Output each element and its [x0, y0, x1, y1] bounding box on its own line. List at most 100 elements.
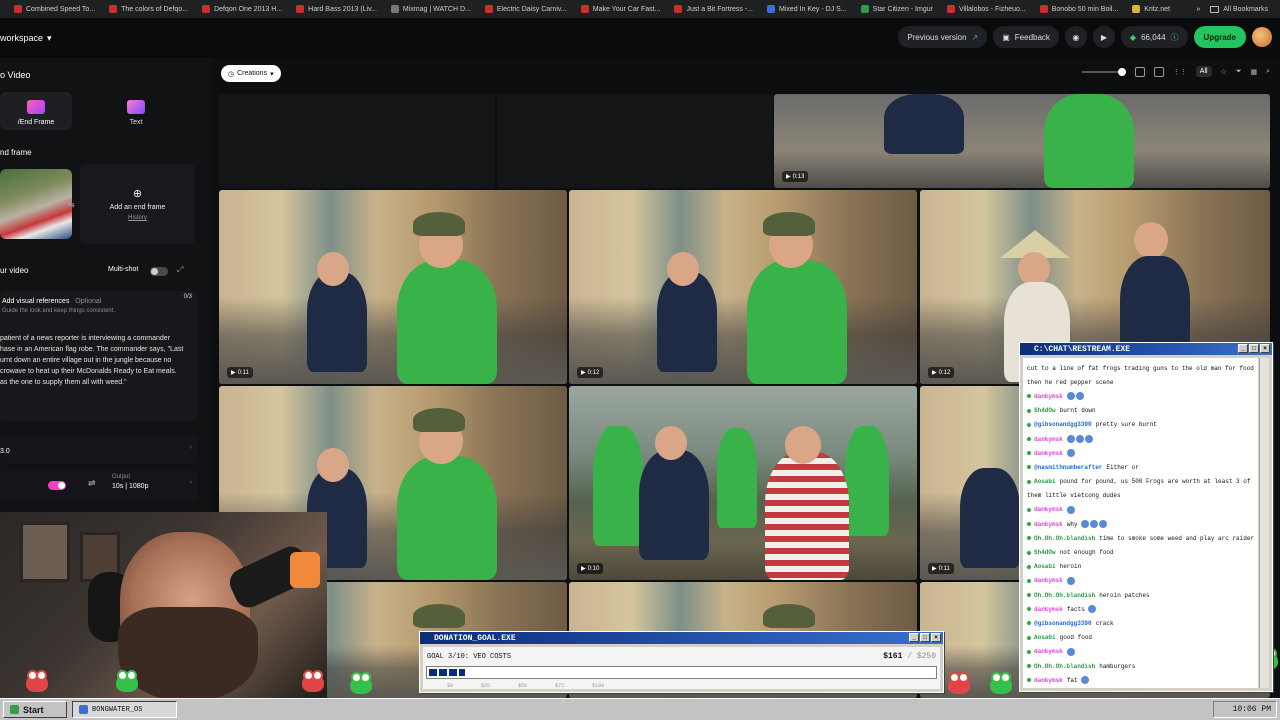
previous-version-button[interactable]: Previous version ↗ [898, 26, 988, 48]
bookmark-item[interactable]: Mixmag | WATCH D... [390, 5, 471, 13]
credits-badge[interactable]: ◆ 66,044 ⓘ [1120, 26, 1188, 48]
chat-username[interactable]: Sh4dOw [1034, 549, 1056, 556]
all-filter-button[interactable]: All [1195, 66, 1212, 77]
chat-username[interactable]: dankymsk [1034, 577, 1063, 584]
history-link[interactable]: History [128, 215, 147, 221]
chat-scrollbar[interactable] [1259, 358, 1269, 688]
bookmark-item[interactable]: Make Your Car Fast... [580, 5, 660, 13]
chat-username[interactable]: Oh.Oh.Oh.blandish [1034, 535, 1095, 542]
gem-icon: ◆ [1129, 32, 1137, 42]
chat-username[interactable]: Oh.Oh.Oh.blandish [1034, 663, 1095, 670]
star-icon[interactable]: ☆ [1221, 68, 1227, 76]
bookmark-item[interactable]: Just a Bit Fortress -... [674, 5, 753, 13]
expand-icon[interactable]: ⤢ [177, 265, 183, 275]
chat-username[interactable]: dankymsk [1034, 648, 1063, 655]
soldier-figure [747, 260, 847, 384]
chat-username[interactable]: dankymsk [1034, 450, 1063, 457]
bookmark-item[interactable]: Hard Bass 2013 (Liv... [296, 5, 377, 13]
bookmarks-overflow-icon[interactable]: » [1196, 6, 1200, 13]
zoom-slider[interactable] [1081, 67, 1126, 76]
all-bookmarks-button[interactable]: All Bookmarks [1210, 5, 1268, 13]
chat-username[interactable]: Aosabi [1034, 634, 1056, 641]
feedback-button[interactable]: ▣ Feedback [993, 26, 1059, 48]
reporter-head [317, 448, 349, 482]
wall-poster [20, 522, 70, 582]
zoom-slider-knob[interactable] [1117, 67, 1126, 76]
bookmark-item[interactable]: Kritz.net [1132, 5, 1170, 13]
output-value[interactable]: 10s | 1080p [112, 483, 148, 490]
chat-username[interactable]: dankymsk [1034, 436, 1063, 443]
workspace-switcher[interactable]: workspace ▾ [0, 33, 52, 44]
minimize-button[interactable]: _ [1238, 344, 1248, 353]
bookmark-item[interactable]: Mixed In Key - DJ S... [766, 5, 847, 13]
start-icon [10, 705, 19, 714]
chat-username[interactable]: dankymsk [1034, 521, 1063, 528]
bookmark-item[interactable]: The colors of Defqo... [109, 5, 188, 13]
chat-text: then he red pepper scene [1027, 378, 1114, 386]
taskbar-window-button[interactable]: BONGWATER_OS [72, 701, 177, 718]
chat-text: cut to a line of fat frogs trading guns … [1027, 364, 1254, 372]
visual-refs-label[interactable]: Add visual references Optional [2, 298, 101, 305]
bookmark-item[interactable]: Defqon One 2013 H... [202, 5, 282, 13]
chat-username[interactable]: dankymsk [1034, 393, 1063, 400]
bookmark-item[interactable]: Villalobos - Fizheuo... [946, 5, 1026, 13]
prompt-text[interactable]: patient of a news reporter is interviewi… [0, 333, 190, 388]
chat-username[interactable]: dankymsk [1034, 506, 1063, 513]
maximize-button[interactable]: □ [920, 633, 930, 642]
video-filter-icon[interactable] [1153, 66, 1164, 77]
close-button[interactable]: × [931, 633, 941, 642]
filter-icon[interactable]: ⏷ [1236, 68, 1242, 76]
video-tile[interactable]: ▶ 0:13 [774, 94, 1270, 188]
chat-title-bar[interactable]: C:\CHAT\RESTREAM.EXE _ □ × [1020, 343, 1272, 355]
chat-message: dankymsk why [1027, 517, 1254, 531]
chat-message: @nasmithnumberafter Either or [1027, 460, 1254, 474]
close-button[interactable]: × [1260, 344, 1270, 353]
youtube-button[interactable]: ▶ [1092, 26, 1115, 48]
discord-button[interactable]: ◉ [1064, 26, 1087, 48]
bookmark-item[interactable]: Bonobo 50 min Boil... [1039, 5, 1118, 13]
soldier-figure [717, 428, 757, 528]
chat-username[interactable]: @nasmithnumberafter [1034, 464, 1102, 471]
multi-shot-toggle[interactable] [150, 267, 168, 276]
bookmark-label: Hard Bass 2013 (Liv... [308, 5, 377, 13]
bookmark-item[interactable]: Electric Daisy Carniv... [484, 5, 567, 13]
model-selector[interactable]: 3.0 › [0, 436, 198, 464]
upgrade-button[interactable]: Upgrade [1193, 26, 1246, 48]
video-tile[interactable]: ▶ 0:12 [569, 190, 917, 384]
chat-username[interactable]: Sh4dOw [1034, 407, 1056, 414]
audio-toggle[interactable] [48, 481, 66, 490]
minimize-button[interactable]: _ [909, 633, 919, 642]
donation-title-bar[interactable]: DONATION_GOAL.EXE _ □ × [420, 632, 943, 644]
search-icon[interactable]: ⌕ [1266, 68, 1270, 76]
maximize-button[interactable]: □ [1249, 344, 1259, 353]
start-button[interactable]: Start [3, 701, 67, 718]
chat-username[interactable]: @gibsonandgg3390 [1034, 620, 1092, 627]
chat-username[interactable]: Oh.Oh.Oh.blandish [1034, 592, 1095, 599]
video-tile[interactable]: ▶ 0:11 [219, 190, 567, 384]
add-end-frame-button[interactable]: ⊕ Add an end frame History [80, 164, 195, 244]
swap-icon[interactable]: ⇆ [68, 200, 75, 209]
image-filter-icon[interactable] [1134, 66, 1145, 77]
bookmark-item[interactable]: Combined Speed To... [14, 5, 95, 13]
grid-icon[interactable]: ▦ [1250, 68, 1257, 76]
soldier-figure [397, 456, 497, 580]
chat-username[interactable]: Aosabi [1034, 478, 1056, 485]
bookmark-item[interactable]: Star Citizen - Imgur [860, 5, 933, 13]
sliders-icon[interactable]: ⇌ [88, 478, 96, 489]
chat-text: facts [1066, 605, 1085, 613]
audio-filter-icon[interactable]: ⋮⋮ [1173, 68, 1187, 76]
tab-frames[interactable]: /End Frame [0, 92, 72, 130]
bookmark-label: Defqon One 2013 H... [214, 5, 283, 13]
tab-text[interactable]: Text [100, 92, 172, 130]
start-frame-thumbnail[interactable] [0, 169, 72, 239]
chat-username[interactable]: Aosabi [1034, 563, 1056, 570]
avatar[interactable] [1252, 27, 1272, 47]
chat-message: dankymsk [1027, 645, 1254, 659]
chat-username[interactable]: @gibsonandgg3390 [1034, 421, 1092, 428]
chat-username[interactable]: dankymsk [1034, 677, 1063, 684]
creations-dropdown[interactable]: ◷ Creations ▾ [221, 65, 281, 82]
chat-username[interactable]: dankymsk [1034, 606, 1063, 613]
prompt-box[interactable]: Add visual references Optional Guide the… [0, 291, 198, 421]
duration-badge: ▶ 0:12 [928, 367, 955, 378]
video-tile[interactable]: ▶ 0:10 [569, 386, 917, 580]
